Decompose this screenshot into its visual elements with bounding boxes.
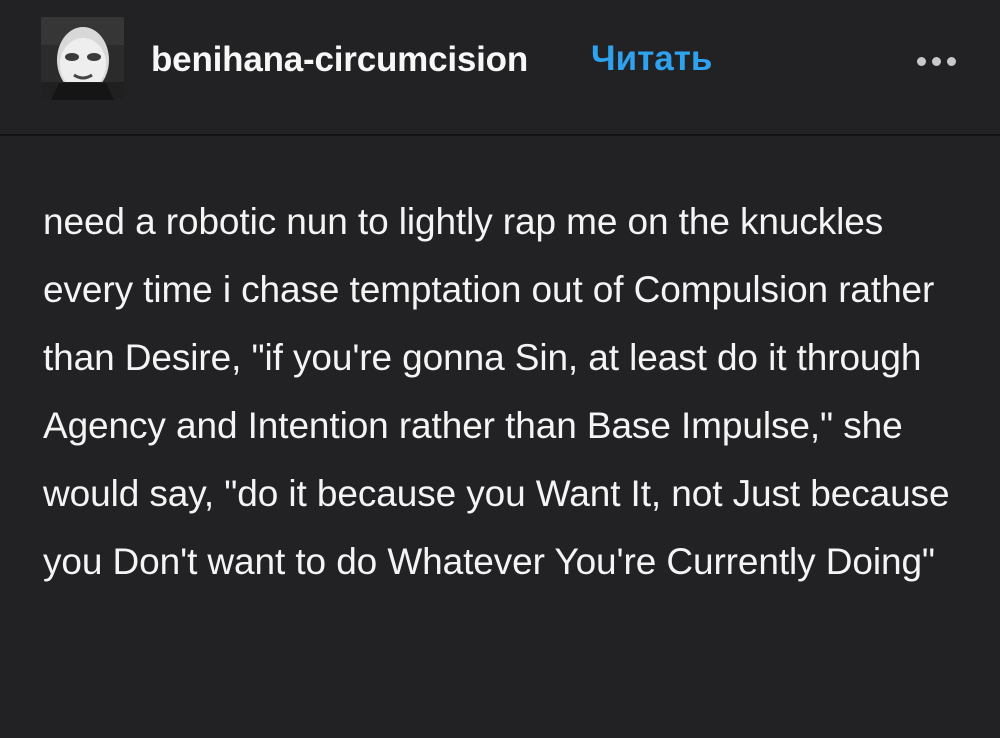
username-link[interactable]: benihana-circumcision [151, 40, 528, 80]
follow-button[interactable]: Читать [591, 39, 712, 79]
dot [931, 56, 941, 66]
dot [916, 56, 926, 66]
masked-face-avatar [41, 17, 124, 100]
more-dots-icon[interactable] [912, 43, 960, 79]
post-header: benihana-circumcision Читать [0, 0, 1000, 136]
post-card: benihana-circumcision Читать need a robo… [0, 0, 1000, 738]
dot [946, 56, 956, 66]
avatar[interactable] [41, 17, 124, 100]
post-body-text: need a robotic nun to lightly rap me on … [43, 201, 950, 582]
